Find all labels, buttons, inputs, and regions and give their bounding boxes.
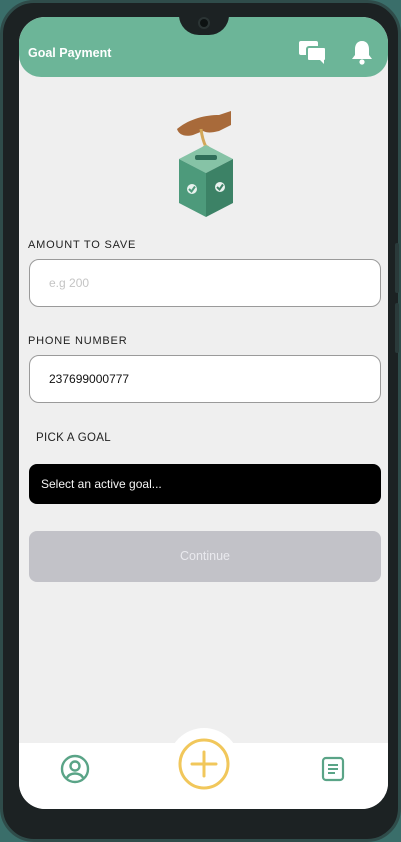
goal-select[interactable]: Select an active goal... [29, 464, 381, 504]
profile-icon[interactable] [59, 753, 91, 785]
phone-label: PHONE NUMBER [28, 335, 128, 347]
chat-bubbles-icon[interactable] [298, 39, 328, 65]
side-button [395, 243, 399, 293]
camera [198, 17, 210, 29]
phone-frame: Goal Payment AMOUNT TO SAVE e.g 200 PHON… [0, 0, 401, 842]
amount-label: AMOUNT TO SAVE [28, 239, 137, 251]
side-button [395, 303, 399, 353]
add-icon[interactable] [177, 737, 231, 791]
continue-button[interactable]: Continue [29, 531, 381, 582]
page-title: Goal Payment [28, 46, 112, 60]
phone-number-input[interactable] [29, 355, 381, 403]
document-icon[interactable] [320, 756, 346, 782]
goal-label: PICK A GOAL [36, 432, 111, 444]
goal-select-value: Select an active goal... [41, 477, 162, 491]
app-screen: Goal Payment AMOUNT TO SAVE e.g 200 PHON… [19, 17, 388, 809]
savings-box-with-coin-icon [177, 111, 233, 217]
bell-icon[interactable] [351, 39, 373, 65]
amount-input[interactable] [29, 259, 381, 307]
